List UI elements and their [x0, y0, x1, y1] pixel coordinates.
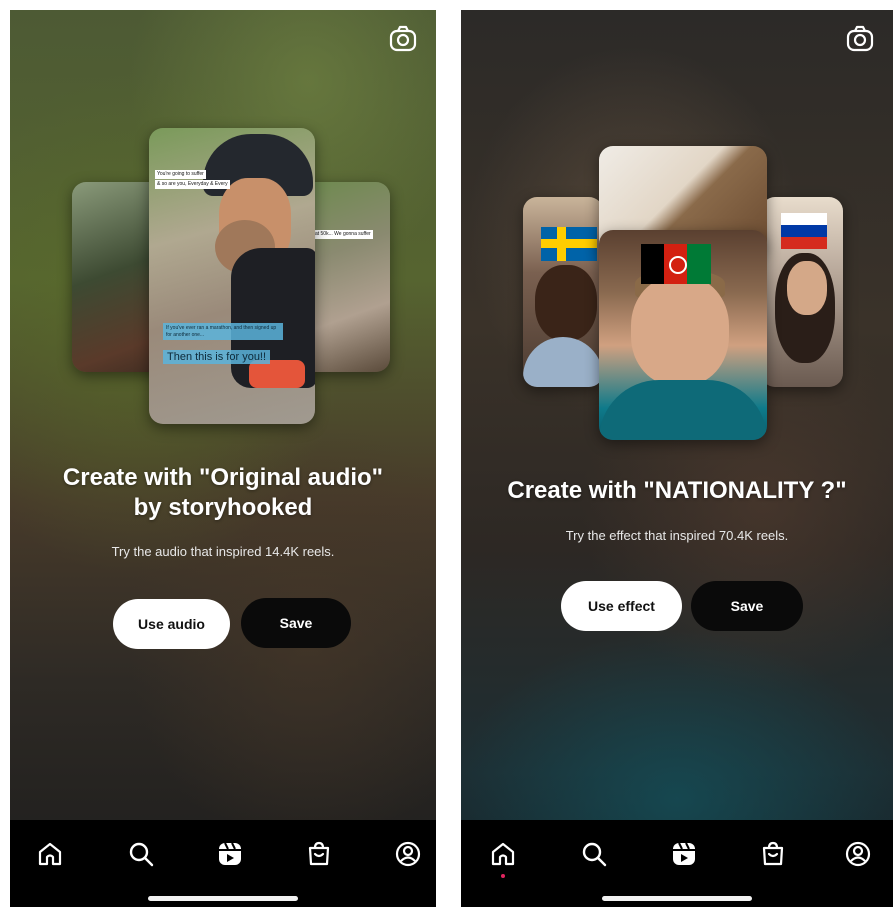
camera-icon[interactable]: [845, 24, 875, 54]
page-subtitle: Try the audio that inspired 14.4K reels.: [111, 544, 335, 559]
card-caption: & so are you, Everyday & Every: [155, 180, 230, 189]
comparison-stage: A New England fat 50k... We gonna suffer…: [0, 0, 893, 907]
preview-card-back-right: [761, 197, 843, 387]
home-icon[interactable]: [489, 840, 517, 868]
card-caption: If you've ever ran a marathon, and then …: [163, 323, 283, 340]
camera-icon[interactable]: [388, 24, 418, 54]
profile-icon[interactable]: [394, 840, 422, 868]
shirt-shape: [523, 337, 603, 387]
preview-card-front: You're going to suffer & so are you, Eve…: [149, 128, 315, 424]
bottom-nav: [461, 820, 893, 907]
save-button[interactable]: Save: [241, 598, 351, 648]
shirt-shape: [599, 380, 767, 440]
shop-icon[interactable]: [305, 840, 333, 868]
face-shape: [631, 276, 729, 386]
reels-audio-screen: A New England fat 50k... We gonna suffer…: [10, 10, 436, 907]
shop-icon[interactable]: [759, 840, 787, 868]
reels-icon[interactable]: [670, 840, 698, 868]
profile-icon[interactable]: [844, 840, 872, 868]
card-caption: You're going to suffer: [155, 170, 206, 179]
use-effect-button[interactable]: Use effect: [561, 581, 682, 631]
preview-card-back-left: [523, 197, 603, 387]
notification-dot: [501, 874, 505, 878]
search-icon[interactable]: [127, 840, 155, 868]
save-button[interactable]: Save: [691, 581, 803, 631]
card-caption: Then this is for you!!: [163, 350, 271, 364]
search-icon[interactable]: [580, 840, 608, 868]
use-audio-button[interactable]: Use audio: [113, 599, 230, 649]
page-title: Create with "Original audio" by storyhoo…: [62, 464, 384, 521]
russia-flag-icon: [781, 213, 827, 249]
shorts-shape: [249, 360, 305, 388]
home-indicator[interactable]: [148, 896, 298, 901]
face-shape: [535, 265, 597, 341]
bottom-nav: [10, 820, 436, 907]
sweden-flag-icon: [541, 227, 597, 261]
page-title: Create with "NATIONALITY ?": [507, 477, 847, 504]
preview-card-front: [599, 230, 767, 440]
reels-icon[interactable]: [216, 840, 244, 868]
face-shape: [787, 261, 827, 315]
home-indicator[interactable]: [602, 896, 752, 901]
home-icon[interactable]: [36, 840, 64, 868]
afghanistan-flag-icon: [641, 244, 711, 284]
reels-effect-screen: Create with "NATIONALITY ?" Try the effe…: [461, 10, 893, 907]
page-subtitle: Try the effect that inspired 70.4K reels…: [565, 528, 789, 543]
